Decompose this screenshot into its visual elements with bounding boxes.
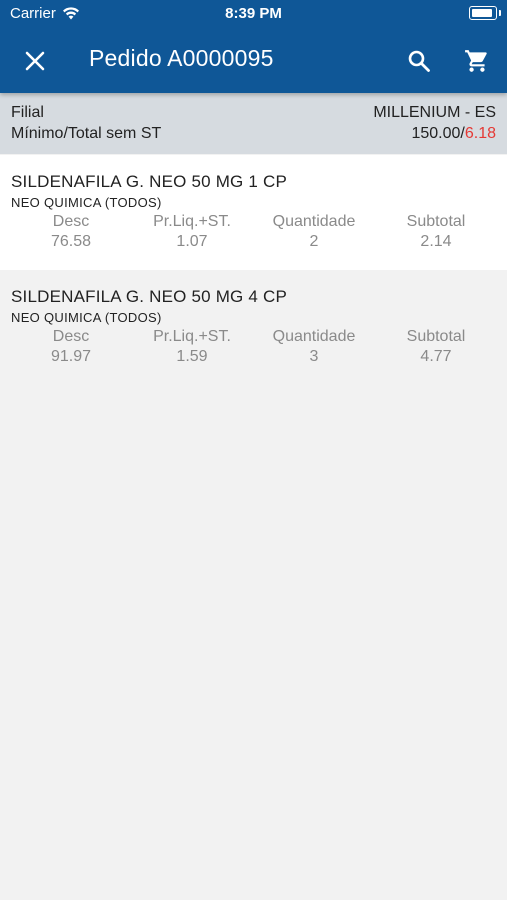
subtotal-label: Subtotal — [406, 213, 466, 230]
status-bar: Carrier 8:39 PM — [0, 0, 507, 28]
price-column: Pr.Liq.+ST. 1.59 — [127, 327, 257, 367]
desc-value: 91.97 — [50, 348, 92, 365]
quantity-value: 2 — [309, 233, 319, 250]
close-button[interactable] — [20, 46, 50, 76]
close-icon — [25, 51, 45, 71]
list-item[interactable]: SILDENAFILA G. NEO 50 MG 1 CP NEO QUIMIC… — [0, 155, 507, 270]
desc-label: Desc — [52, 213, 90, 230]
minimo-total-label: Mínimo/Total sem ST — [11, 125, 162, 142]
cart-button[interactable] — [460, 45, 494, 77]
list-item[interactable]: SILDENAFILA G. NEO 50 MG 4 CP NEO QUIMIC… — [0, 270, 507, 385]
desc-value: 76.58 — [50, 233, 92, 250]
price-value: 1.07 — [176, 233, 208, 250]
price-label: Pr.Liq.+ST. — [153, 328, 231, 345]
search-icon — [408, 50, 430, 72]
navigation-bar: Pedido A0000095 — [0, 28, 507, 93]
desc-column: Desc 76.58 — [6, 212, 136, 252]
status-time: 8:39 PM — [225, 5, 282, 22]
subtotal-value: 4.77 — [420, 348, 452, 365]
filial-row: Filial MILLENIUM - ES — [11, 104, 496, 122]
subtotal-label: Subtotal — [406, 328, 466, 345]
minimo-value: 150.00 — [411, 125, 461, 142]
app-header: Carrier 8:39 PM Pedido A0000095 — [0, 0, 507, 93]
minimo-total-value: 150.00/6.18 — [411, 125, 496, 143]
order-summary: Filial MILLENIUM - ES Mínimo/Total sem S… — [0, 93, 507, 154]
product-brand: NEO QUIMICA (TODOS) — [11, 310, 162, 325]
page-title: Pedido A0000095 — [89, 45, 274, 71]
quantity-column: Quantidade 3 — [249, 327, 379, 367]
desc-column: Desc 91.97 — [6, 327, 136, 367]
quantity-value: 3 — [309, 348, 319, 365]
filial-value: MILLENIUM - ES — [373, 104, 496, 121]
subtotal-column: Subtotal 4.77 — [371, 327, 501, 367]
cart-icon — [465, 50, 487, 72]
quantity-column: Quantidade 2 — [249, 212, 379, 252]
product-name: SILDENAFILA G. NEO 50 MG 1 CP — [11, 172, 287, 191]
price-column: Pr.Liq.+ST. 1.07 — [127, 212, 257, 252]
product-brand: NEO QUIMICA (TODOS) — [11, 195, 162, 210]
price-value: 1.59 — [176, 348, 208, 365]
battery-icon — [469, 6, 501, 20]
search-button[interactable] — [403, 45, 435, 77]
subtotal-column: Subtotal 2.14 — [371, 212, 501, 252]
quantity-label: Quantidade — [272, 328, 356, 345]
total-value: 6.18 — [464, 125, 496, 142]
subtotal-value: 2.14 — [420, 233, 452, 250]
desc-label: Desc — [52, 328, 90, 345]
minimo-total-row: Mínimo/Total sem ST 150.00/6.18 — [11, 125, 496, 143]
quantity-label: Quantidade — [272, 213, 356, 230]
price-label: Pr.Liq.+ST. — [153, 213, 231, 230]
filial-label: Filial — [11, 104, 44, 121]
product-name: SILDENAFILA G. NEO 50 MG 4 CP — [11, 287, 287, 306]
